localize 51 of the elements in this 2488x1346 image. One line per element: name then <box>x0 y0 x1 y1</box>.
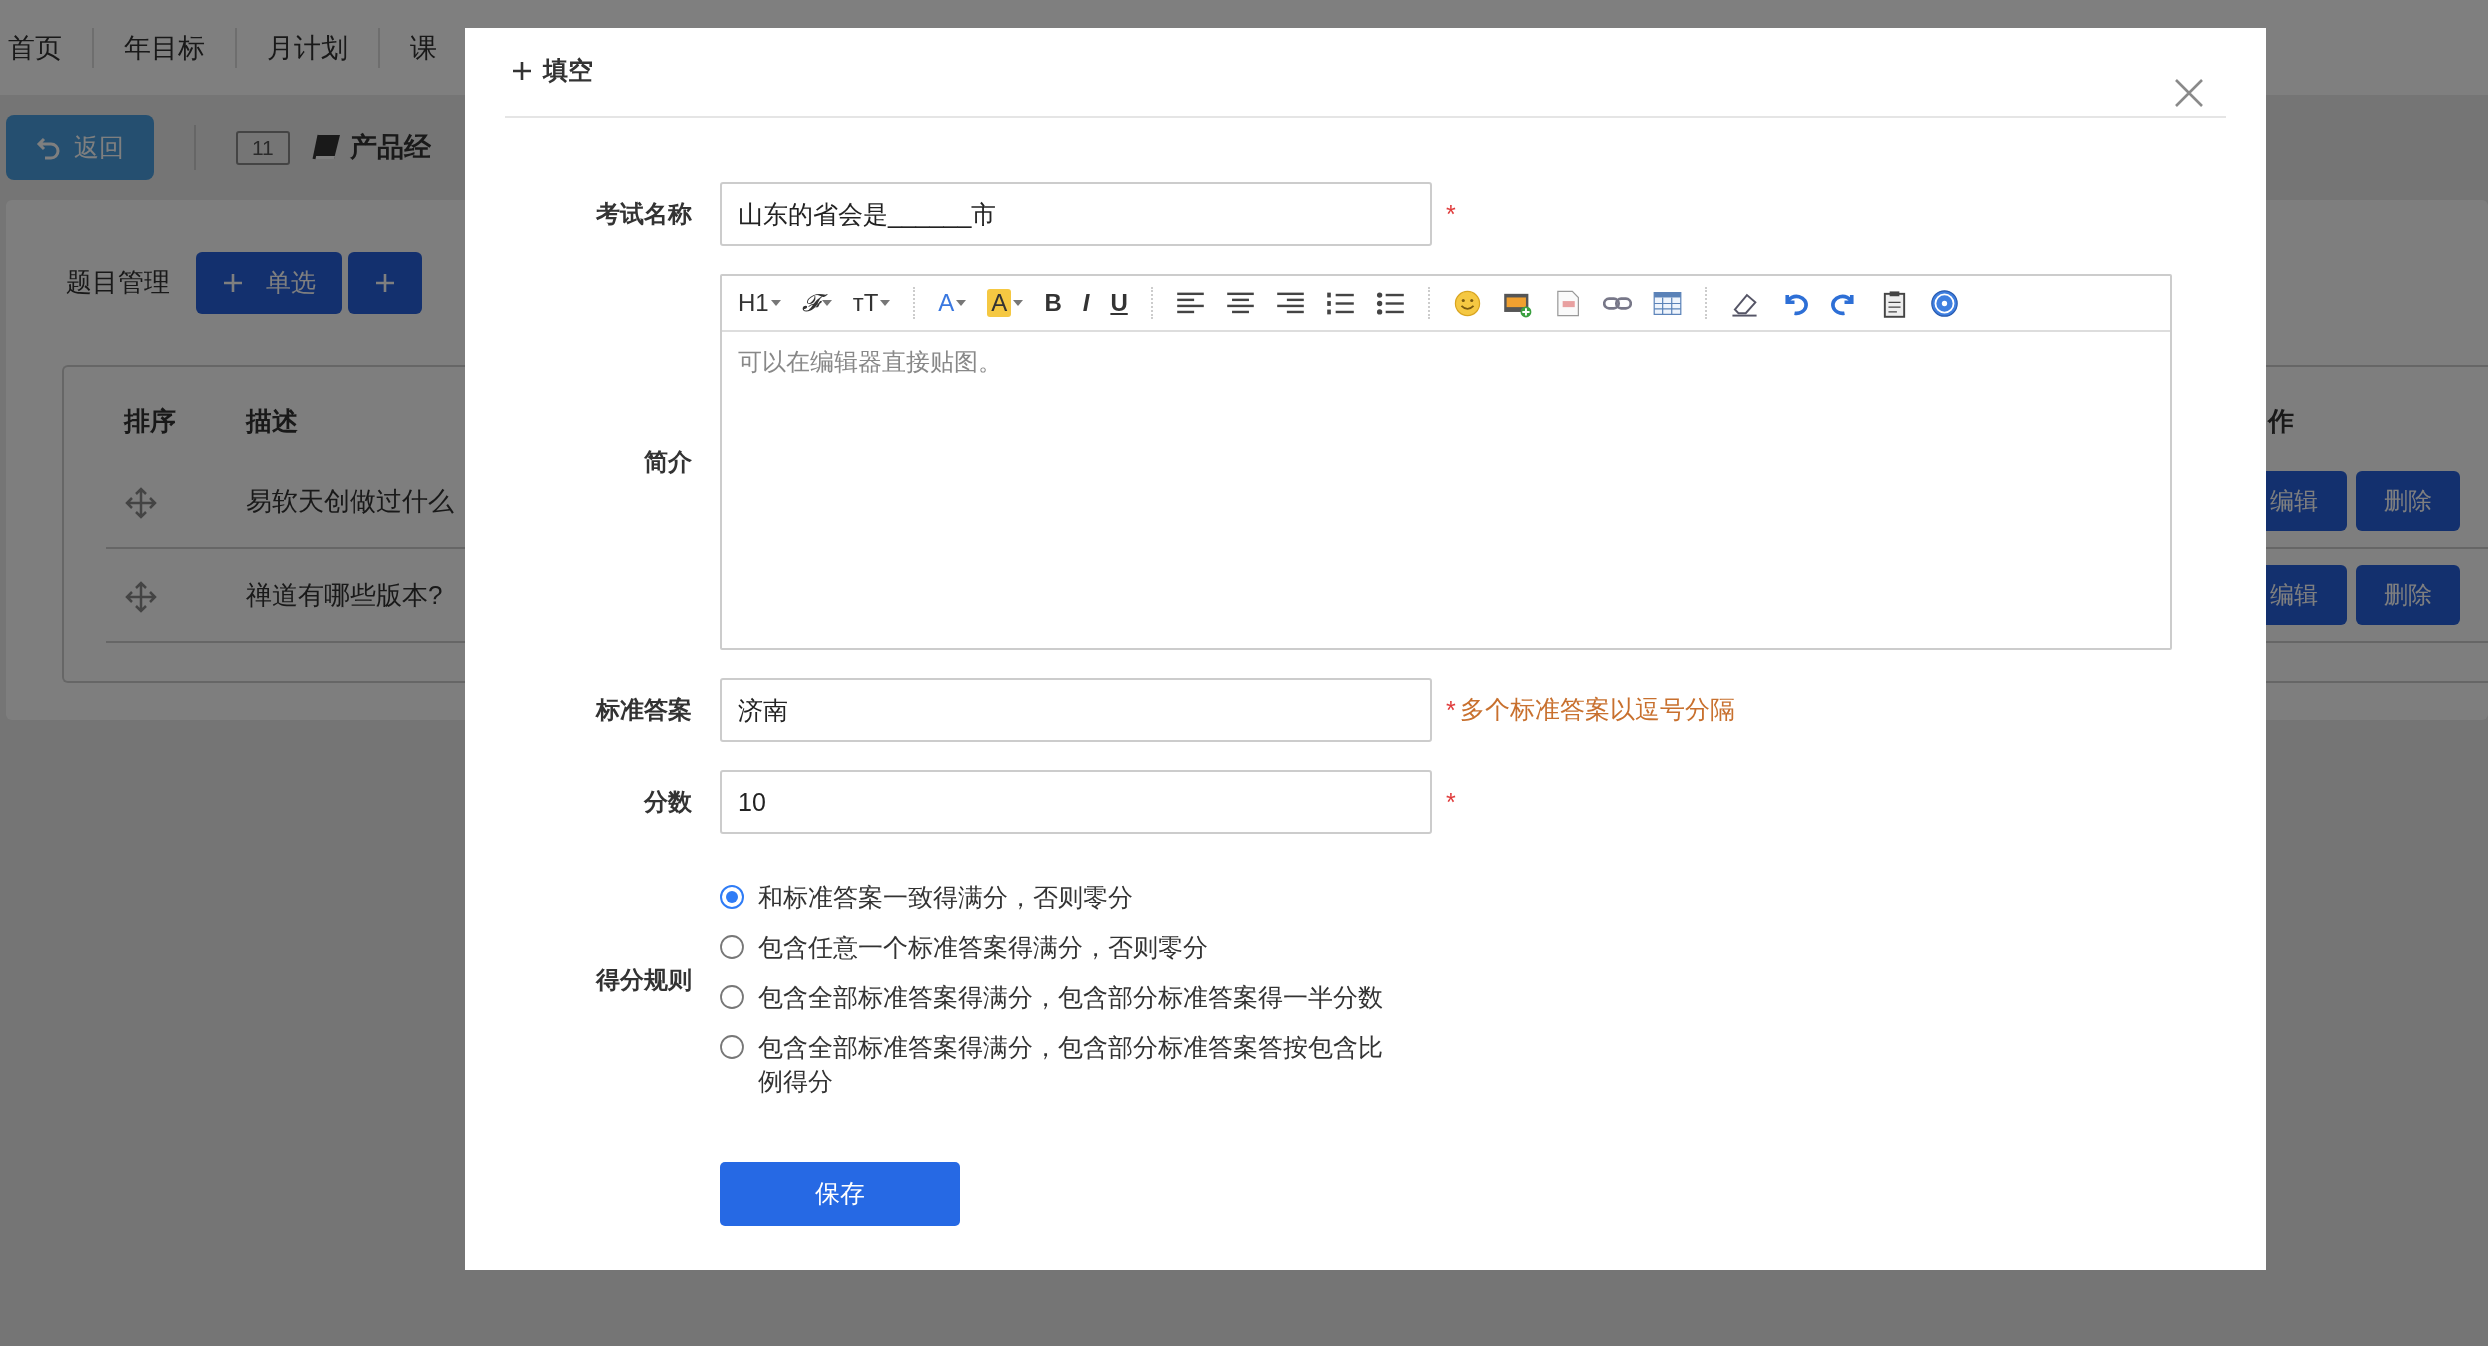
save-button[interactable]: 保存 <box>720 1162 960 1226</box>
font-size-button[interactable]: ᴛT <box>848 283 895 323</box>
radio-option[interactable]: 包含全部标准答案得满分，包含部分标准答案答按包含比例得分 <box>720 1030 1394 1098</box>
undo-icon <box>36 135 62 160</box>
radio-option[interactable]: 和标准答案一致得满分，否则零分 <box>720 880 1394 914</box>
field-label: 考试名称 <box>595 199 692 229</box>
table-cell-text: 禅道有哪些版本? <box>246 578 443 612</box>
nav-link[interactable]: 月计划 <box>237 27 380 68</box>
required-mark: * <box>1446 201 1456 227</box>
plus-icon <box>511 60 533 82</box>
radio-option[interactable]: 包含全部标准答案得满分，包含部分标准答案得一半分数 <box>720 980 1394 1014</box>
table-cell-text: 易软天创做过什么 <box>246 484 454 518</box>
field-label: 得分规则 <box>594 965 692 995</box>
section-title: 题目管理 <box>66 266 170 299</box>
dialog-title: 填空 <box>543 55 593 87</box>
move-icon <box>124 579 158 614</box>
column-header: 描述 <box>246 404 298 438</box>
input-field[interactable]: 10 <box>720 770 1432 834</box>
field-label: 简介 <box>643 447 692 477</box>
font-family-button[interactable]: 𝓕 <box>797 283 836 323</box>
emoji-icon <box>1452 288 1482 318</box>
column-header: 排序 <box>122 404 177 438</box>
count-badge: 11 <box>236 130 290 165</box>
caret-icon <box>770 300 781 306</box>
italic-button[interactable]: I <box>1078 283 1094 323</box>
placeholder-text: 可以在编辑器直接贴图。 <box>737 347 1003 377</box>
field-label: 分数 <box>642 787 692 817</box>
plus-icon <box>222 271 244 294</box>
radio-option[interactable]: 包含任意一个标准答案得满分，否则零分 <box>720 930 1394 964</box>
column-header: 作 <box>2268 404 2294 438</box>
field-label: 标准答案 <box>594 695 692 725</box>
input-field[interactable]: 济南 <box>720 678 1432 742</box>
hint-text: 多个标准答案以逗号分隔 <box>1459 694 1735 726</box>
highlight-button[interactable]: A <box>983 283 1028 323</box>
caret-icon <box>956 300 967 306</box>
nav-link[interactable]: 首页 <box>0 27 94 68</box>
caret-icon <box>1013 300 1024 306</box>
input-field[interactable]: 山东的省会是______市 <box>720 182 1432 246</box>
rich-text-editor[interactable]: H1 𝓕 ᴛT A A B I U 可以在编辑器直接贴图。 <box>720 274 2172 650</box>
course-title: 产品经 <box>349 131 431 165</box>
move-icon <box>124 485 158 520</box>
font-color-button[interactable]: A <box>934 283 971 323</box>
nav-link[interactable]: 年目标 <box>94 27 237 68</box>
bold-button[interactable]: B <box>1040 283 1066 323</box>
caret-icon <box>880 300 891 306</box>
required-mark: * <box>1446 789 1456 815</box>
heading-button[interactable]: H1 <box>734 283 785 323</box>
plus-icon <box>374 271 396 294</box>
required-mark: * <box>1446 697 1456 723</box>
underline-button[interactable]: U <box>1106 283 1132 323</box>
add-button[interactable] <box>348 251 422 314</box>
